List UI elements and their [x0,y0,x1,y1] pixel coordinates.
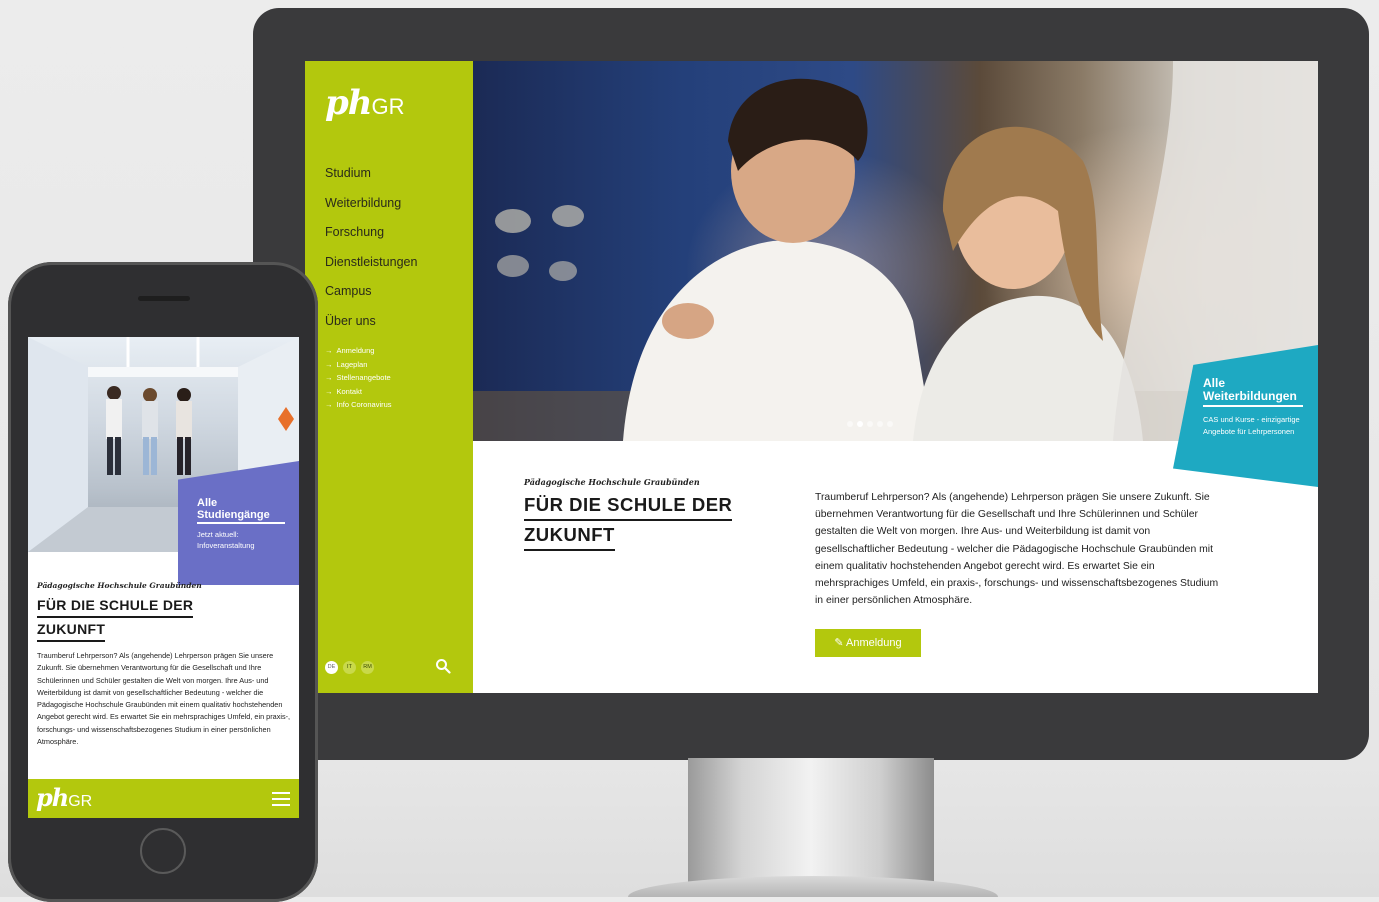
mobile-promo-underline [197,522,285,524]
mobile-logo-gr-text: GR [68,793,93,810]
language-switcher: DE IT RM [325,661,374,674]
quick-link-info-coronavirus[interactable]: → Info Coronavirus [325,399,392,413]
mobile-page-title-line1: FÜR DIE SCHULE DER [37,594,194,618]
main-nav: Studium Weiterbildung Forschung Dienstle… [325,165,417,342]
nav-item-campus[interactable]: Campus [325,283,417,313]
mobile-phgr-logo[interactable]: phGR [36,783,92,812]
carousel-dot[interactable] [867,421,873,427]
quick-link-label: Anmeldung [336,346,375,355]
arrow-right-icon: → [325,400,333,409]
mobile-promo-text: Jetzt aktuell: Infoveranstaltung [197,530,255,550]
language-it[interactable]: IT [343,661,356,674]
arrow-right-icon: → [325,386,333,396]
mobile-screen: Alle Studiengänge Jetzt aktuell: Infover… [28,337,299,818]
page-title: FÜR DIE SCHULE DER ZUKUNFT [524,491,733,551]
promo-text: CAS und Kurse - einzigartige Angebote fü… [1203,415,1300,436]
anmeldung-button[interactable]: ✎ Anmeldung [815,629,921,657]
intro-paragraph: Traumberuf Lehrperson? Als (angehende) L… [815,492,1219,607]
mobile-intro-paragraph: Traumberuf Lehrperson? Als (angehende) L… [37,651,291,747]
logo-gr-text: GR [371,94,405,119]
promo-weiterbildungen[interactable]: Alle Weiterbildungen CAS und Kurse - ein… [1173,345,1318,487]
quick-link-lageplan[interactable]: → Lageplan [325,359,392,373]
mobile-kicker-text: Pädagogische Hochschule Graubünden [37,581,202,590]
quick-link-label: Lageplan [336,359,368,369]
mobile-page-title-line2: ZUKUNFT [37,618,106,642]
mobile-page-title: FÜR DIE SCHULE DER ZUKUNFT [37,594,194,642]
nav-item-weiterbildung[interactable]: Weiterbildung [325,195,417,225]
quick-link-stellenangebote[interactable]: → Stellenangebote [325,372,392,386]
carousel-dot[interactable] [887,421,893,427]
logo-ph-text: ph [325,83,372,123]
kicker-text: Pädagogische Hochschule Graubünden [524,477,700,487]
language-de[interactable]: DE [325,661,338,674]
promo-title: Alle Weiterbildungen [1203,377,1297,403]
carousel-dot[interactable] [847,421,853,427]
mobile-promo-title-line1: Alle [197,497,218,509]
language-rm[interactable]: RM [361,661,374,674]
quick-links: → Anmeldung → Lageplan → Stellenangebote → K… [325,345,392,413]
carousel-dot-active[interactable] [857,421,863,427]
carousel-dot[interactable] [877,421,883,427]
promo-underline [1203,405,1303,407]
arrow-right-icon: → [325,373,333,382]
page-title-line2: ZUKUNFT [524,521,615,551]
arrow-right-icon: → [325,346,333,355]
nav-item-studium[interactable]: Studium [325,165,417,195]
phone-home-button[interactable] [140,828,186,874]
search-icon[interactable] [435,658,451,674]
phone-speaker [138,296,190,301]
mobile-promo-title-line2: Studiengänge [197,509,270,521]
pencil-icon: ✎ [834,637,844,649]
quick-link-label: Info Coronavirus [336,400,392,409]
monitor-stand-base [628,876,998,897]
quick-link-anmeldung[interactable]: → Anmeldung [325,345,392,359]
mobile-logo-ph-text: ph [36,783,69,812]
page-title-line1: FÜR DIE SCHULE DER [524,491,733,521]
desktop-screen: phGR Studium Weiterbildung Forschung Die… [305,61,1318,693]
mobile-promo-title: Alle Studiengänge [197,497,270,521]
monitor-stand [688,758,934,886]
promo-studiengaenge[interactable]: Alle Studiengänge Jetzt aktuell: Infover… [178,461,299,585]
quick-link-label: Kontakt [336,386,362,396]
carousel-dots [847,421,893,427]
phgr-logo[interactable]: phGR [325,83,405,123]
arrow-right-icon: → [325,359,333,369]
nav-item-forschung[interactable]: Forschung [325,224,417,254]
hamburger-menu-icon[interactable] [272,792,290,806]
quick-link-label: Stellenangebote [336,373,391,382]
anmeldung-button-label: Anmeldung [846,637,902,649]
promo-title-line2: Weiterbildungen [1203,389,1297,403]
desktop-sidebar: phGR Studium Weiterbildung Forschung Die… [305,61,473,693]
mobile-footer-bar: phGR [28,779,299,818]
nav-item-ueber-uns[interactable]: Über uns [325,313,417,343]
quick-link-kontakt[interactable]: → Kontakt [325,386,392,400]
nav-item-dienstleistungen[interactable]: Dienstleistungen [325,254,417,284]
